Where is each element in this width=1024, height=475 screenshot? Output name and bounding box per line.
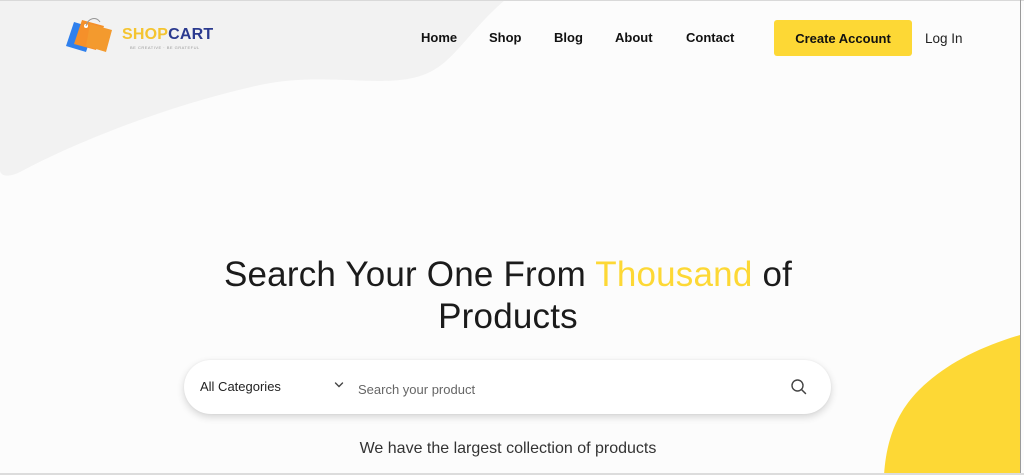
search-icon[interactable] bbox=[788, 376, 810, 398]
nav-about[interactable]: About bbox=[615, 30, 653, 45]
hero-title-part1: Search Your One From bbox=[223, 255, 596, 294]
chevron-down-icon[interactable] bbox=[334, 381, 344, 389]
shopping-tags-icon bbox=[66, 18, 112, 52]
search-input[interactable] bbox=[356, 377, 760, 401]
hero-title-highlight: Thousand bbox=[595, 255, 753, 294]
brand-name-part2: CART bbox=[168, 26, 214, 43]
nav-shop[interactable]: Shop bbox=[489, 30, 522, 45]
brand-name-part1: SHOP bbox=[122, 26, 169, 43]
hero-title: Search Your One From Thousand of Product… bbox=[0, 254, 1016, 338]
hero-title-part2: of bbox=[752, 255, 793, 294]
login-link[interactable]: Log In bbox=[925, 31, 963, 46]
hero-title-line2: Products bbox=[438, 297, 578, 336]
brand-tagline: BE CREATIVE · BE GRATEFUL bbox=[130, 45, 200, 50]
search-bar: All Categories bbox=[184, 360, 831, 414]
category-dropdown[interactable]: All Categories bbox=[200, 379, 350, 397]
window-top-border bbox=[0, 0, 1024, 1]
nav-home[interactable]: Home bbox=[421, 30, 457, 45]
category-dropdown-value: All Categories bbox=[200, 379, 281, 394]
window-scrollbar-edge bbox=[1020, 0, 1021, 475]
nav-blog[interactable]: Blog bbox=[554, 30, 583, 45]
nav-contact[interactable]: Contact bbox=[686, 30, 734, 45]
hero-subtitle: We have the largest collection of produc… bbox=[359, 440, 657, 457]
brand-logo[interactable]: SHOPCART BE CREATIVE · BE GRATEFUL bbox=[60, 18, 240, 58]
create-account-button[interactable]: Create Account bbox=[774, 20, 912, 56]
brand-name: SHOPCART bbox=[122, 26, 213, 44]
